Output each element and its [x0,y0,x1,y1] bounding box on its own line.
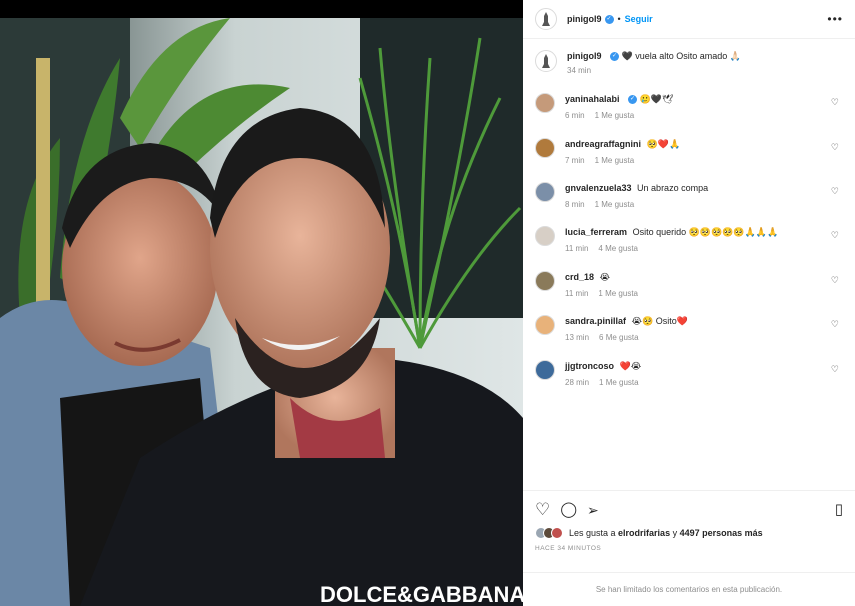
share-send-icon[interactable]: ➢ [587,501,599,519]
comment-item: andreagraffagnini 🥺❤️🙏 7 min 1 Me gusta ♡ [535,138,845,165]
like-comment-heart-icon[interactable]: ♡ [831,364,839,375]
follow-button[interactable]: Seguir [625,14,653,24]
comment-username[interactable]: jjgtroncoso [565,361,614,371]
comment-item: sandra.pinillaf 😭🥺 Osito❤️ 13 min 6 Me gu… [535,315,845,342]
likes-count[interactable]: 4497 personas más [680,528,763,538]
more-options-icon[interactable]: ••• [827,12,843,26]
comment-item: crd_18 😭 11 min 1 Me gusta ♡ [535,271,845,298]
commenter-avatar[interactable] [535,271,555,291]
verified-icon: ✓ [610,52,620,62]
like-comment-heart-icon[interactable]: ♡ [831,186,839,197]
comment-username[interactable]: sandra.pinillaf [565,316,626,326]
comment-likes[interactable]: 4 Me gusta [598,244,638,253]
commenter-avatar[interactable] [535,182,555,202]
comment-likes[interactable]: 1 Me gusta [598,289,638,298]
like-comment-heart-icon[interactable]: ♡ [831,230,839,241]
comment-text: Osito querido 🥺🥺🥺🥺🥺🙏🙏🙏 [632,227,779,237]
comment-time[interactable]: 11 min [565,244,588,253]
comment-item: gnvalenzuela33 Un abrazo compa 8 min 1 Me… [535,182,845,209]
comment-item: yaninahalabi ✓ 🥲🖤🕊 6 min 1 Me gusta ♡ [535,93,845,120]
caption-avatar[interactable] [535,50,557,72]
liker-avatar [551,527,563,539]
commenter-avatar[interactable] [535,138,555,158]
comment-username[interactable]: gnvalenzuela33 [565,183,632,193]
comment-item: lucia_ferreram Osito querido 🥺🥺🥺🥺🥺🙏🙏🙏 11… [535,226,845,253]
commenter-avatar[interactable] [535,93,555,113]
comments-list[interactable]: pinigol9 ✓ 🖤 vuela alto Osito amado 🙏🏻 3… [523,40,855,490]
bookmark-icon[interactable]: ▯ [835,501,843,519]
commenter-avatar[interactable] [535,315,555,335]
caption-time[interactable]: 34 min [567,66,591,75]
author-username[interactable]: pinigol9 [567,14,602,24]
like-comment-heart-icon[interactable]: ♡ [831,97,839,108]
like-comment-heart-icon[interactable]: ♡ [831,142,839,153]
like-comment-heart-icon[interactable]: ♡ [831,275,839,286]
comment-time[interactable]: 11 min [565,289,588,298]
comment-likes[interactable]: 1 Me gusta [595,200,635,209]
caption-username[interactable]: pinigol9 [567,51,602,61]
commenter-avatar[interactable] [535,360,555,380]
comment-likes[interactable]: 6 Me gusta [599,333,639,342]
like-heart-icon[interactable]: ♡ [535,501,550,519]
verified-icon: ✓ [604,14,614,24]
post-header: pinigol9 ✓ • Seguir ••• [523,0,855,39]
comment-time[interactable]: 8 min [565,200,585,209]
comment-likes[interactable]: 1 Me gusta [595,156,635,165]
caption-text: 🖤 vuela alto Osito amado 🙏🏻 [621,51,741,61]
comment-username[interactable]: andreagraffagnini [565,139,641,149]
verified-icon: ✓ [628,95,638,105]
comment-bubble-icon[interactable]: ◯ [560,501,577,519]
comment-username[interactable]: crd_18 [565,272,594,282]
comment-text: 🥲🖤🕊 [639,94,674,104]
post-side-panel: pinigol9 ✓ • Seguir ••• pinigol9 ✓ 🖤 vue… [523,0,855,606]
comment-item: jjgtroncoso ❤️😭 28 min 1 Me gusta ♡ [535,360,845,387]
dot-separator: • [617,14,621,24]
comment-text: 😭🥺 Osito❤️ [631,316,688,326]
svg-text:DOLCE&GABBANA: DOLCE&GABBANA [320,582,523,606]
comment-time[interactable]: 7 min [565,156,585,165]
comment-time[interactable]: 28 min [565,378,589,387]
likes-prefix: Les gusta a [569,528,619,538]
liker-avatars[interactable] [535,527,563,539]
comment-username[interactable]: yaninahalabi [565,94,620,104]
liker-username[interactable]: elrodrifarias [618,528,670,538]
commenter-avatar[interactable] [535,226,555,246]
post-photo: DOLCE&GABBANA [0,18,523,606]
comment-username[interactable]: lucia_ferreram [565,227,627,237]
comment-likes[interactable]: 1 Me gusta [599,378,639,387]
comment-text: 😭 [599,272,611,282]
likes-middle: y [670,528,680,538]
comment-text: ❤️😭 [619,361,642,371]
comments-limited-notice: Se han limitado los comentarios en esta … [523,572,855,606]
post-actions: ♡ ◯ ➢ ▯ Les gusta a elrodrifarias y 4497… [523,490,855,572]
comment-likes[interactable]: 1 Me gusta [595,111,635,120]
comment-text: Un abrazo compa [637,183,709,193]
caption: pinigol9 ✓ 🖤 vuela alto Osito amado 🙏🏻 3… [535,50,845,75]
post-timestamp[interactable]: HACE 34 MINUTOS [523,539,855,552]
comment-time[interactable]: 13 min [565,333,589,342]
author-avatar[interactable] [535,8,557,30]
comment-time[interactable]: 6 min [565,111,585,120]
comment-text: 🥺❤️🙏 [646,139,681,149]
likes-summary: Les gusta a elrodrifarias y 4497 persona… [569,528,763,538]
like-comment-heart-icon[interactable]: ♡ [831,319,839,330]
